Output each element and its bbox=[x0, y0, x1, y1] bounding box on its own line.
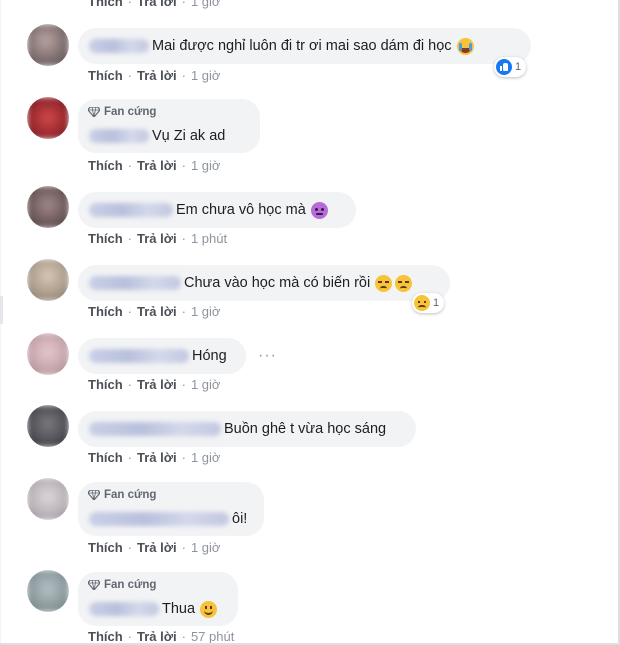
fan-badge: Fan cứng bbox=[88, 489, 156, 501]
comment-actions: Thích · Trả lời · 1 giờ bbox=[88, 450, 221, 465]
comment-time[interactable]: 57 phút bbox=[191, 629, 234, 644]
comment-time[interactable]: 1 giờ bbox=[191, 377, 221, 392]
like-link[interactable]: Thích bbox=[88, 450, 123, 465]
comment-text: Thua bbox=[162, 601, 196, 617]
comment-bubble: Fan cứng Thua bbox=[78, 572, 238, 626]
reaction-summary[interactable]: 1 bbox=[412, 293, 445, 313]
comment-time[interactable]: 1 giờ bbox=[191, 68, 221, 83]
avatar[interactable] bbox=[27, 405, 69, 447]
reaction-count: 1 bbox=[515, 61, 522, 73]
like-link[interactable]: Thích bbox=[88, 304, 123, 319]
disappointed-face-icon bbox=[375, 274, 393, 292]
comment-actions: Thích · Trả lời · 1 giờ bbox=[88, 68, 221, 83]
avatar[interactable] bbox=[27, 570, 69, 612]
reply-link[interactable]: Trả lời bbox=[137, 629, 177, 644]
fan-badge: Fan cứng bbox=[88, 579, 156, 591]
comment-bubble: Fan cứng Vụ Zi ak ad bbox=[78, 99, 260, 153]
avatar[interactable] bbox=[27, 97, 69, 139]
reaction-summary[interactable]: 1 bbox=[494, 57, 527, 77]
like-link[interactable]: Thích bbox=[88, 540, 123, 555]
reply-link[interactable]: Trả lời bbox=[137, 450, 177, 465]
comment-bubble: Em chưa vô học mà bbox=[78, 192, 356, 228]
diamond-icon bbox=[88, 490, 100, 500]
comment-time[interactable]: 1 giờ bbox=[191, 158, 221, 173]
comment-time[interactable]: 1 giờ bbox=[191, 304, 221, 319]
reply-link[interactable]: Trả lời bbox=[137, 231, 177, 246]
disappointed-face-icon bbox=[395, 274, 413, 292]
comment-bubble: Mai được nghỉ luôn đi tr ơi mai sao dám … bbox=[78, 28, 531, 64]
comment-actions: Thích · Trả lời · 1 giờ bbox=[88, 377, 221, 392]
comment-text: Em chưa vô học mà bbox=[176, 202, 306, 218]
smiling-face-icon bbox=[200, 600, 218, 618]
scroll-edge-marker bbox=[0, 296, 3, 324]
author-name[interactable] bbox=[89, 203, 173, 217]
comment-actions: Thích · Trả lời · 1 giờ bbox=[88, 0, 220, 9]
like-link[interactable]: Thích bbox=[88, 158, 123, 173]
reply-link[interactable]: Trả lời bbox=[137, 158, 177, 173]
comment-bubble: Hóng bbox=[78, 338, 246, 374]
reply-link[interactable]: Trả lời bbox=[137, 0, 177, 9]
badge-label: Fan cứng bbox=[104, 106, 157, 118]
comment-text: Hóng bbox=[192, 348, 227, 364]
reply-link[interactable]: Trả lời bbox=[137, 377, 177, 392]
comment-time[interactable]: 1 phút bbox=[191, 231, 227, 246]
author-name[interactable] bbox=[89, 422, 221, 436]
badge-label: Fan cứng bbox=[104, 579, 157, 591]
comment-actions: Thích · Trả lời · 1 giờ bbox=[88, 540, 221, 555]
like-link[interactable]: Thích bbox=[88, 377, 123, 392]
like-link[interactable]: Thích bbox=[88, 0, 123, 9]
comment-bubble: Chưa vào học mà có biến rồi bbox=[78, 265, 450, 301]
avatar[interactable] bbox=[27, 478, 69, 520]
comment-time[interactable]: 1 giờ bbox=[191, 450, 221, 465]
reply-link[interactable]: Trả lời bbox=[137, 540, 177, 555]
like-link[interactable]: Thích bbox=[88, 231, 123, 246]
comment-actions: Thích · Trả lời · 1 phút bbox=[88, 231, 228, 246]
reaction-count: 1 bbox=[433, 297, 440, 309]
crying-face-icon bbox=[456, 37, 474, 55]
avatar[interactable] bbox=[27, 333, 69, 375]
comment-actions: Thích · Trả lời · 1 giờ bbox=[88, 304, 221, 319]
comment-actions: Thích · Trả lời · 1 giờ bbox=[88, 158, 221, 173]
author-name[interactable] bbox=[89, 39, 149, 53]
author-name[interactable] bbox=[89, 276, 181, 290]
comment-bubble: Fan cứng ôi! bbox=[78, 482, 264, 536]
comment-text: ôi! bbox=[232, 511, 248, 527]
like-link[interactable]: Thích bbox=[88, 68, 123, 83]
comment-text: Vụ Zi ak ad bbox=[152, 128, 226, 144]
author-name[interactable] bbox=[89, 129, 149, 143]
more-options-icon[interactable]: ··· bbox=[258, 347, 277, 365]
diamond-icon bbox=[88, 107, 100, 117]
avatar[interactable] bbox=[27, 24, 69, 66]
fan-badge: Fan cứng bbox=[88, 106, 156, 118]
reply-link[interactable]: Trả lời bbox=[137, 304, 177, 319]
avatar[interactable] bbox=[27, 186, 69, 228]
comment-text: Chưa vào học mà có biến rồi bbox=[184, 275, 371, 291]
comment-actions: Thích · Trả lời · 57 phút bbox=[88, 629, 235, 644]
like-icon bbox=[496, 59, 512, 75]
author-name[interactable] bbox=[89, 602, 159, 616]
comment-text: Buồn ghê t vừa học sáng bbox=[224, 421, 387, 437]
badge-label: Fan cứng bbox=[104, 489, 157, 501]
comment-time[interactable]: 1 giờ bbox=[191, 540, 221, 555]
purple-face-icon bbox=[310, 201, 328, 219]
reply-link[interactable]: Trả lời bbox=[137, 68, 177, 83]
author-name[interactable] bbox=[89, 512, 229, 526]
comment-text: Mai được nghỉ luôn đi tr ơi mai sao dám … bbox=[152, 38, 452, 54]
avatar[interactable] bbox=[27, 259, 69, 301]
comment-bubble: Buồn ghê t vừa học sáng bbox=[78, 411, 416, 447]
diamond-icon bbox=[88, 580, 100, 590]
sad-react-icon bbox=[414, 295, 430, 311]
like-link[interactable]: Thích bbox=[88, 629, 123, 644]
author-name[interactable] bbox=[89, 349, 189, 363]
comment-time[interactable]: 1 giờ bbox=[191, 0, 221, 9]
